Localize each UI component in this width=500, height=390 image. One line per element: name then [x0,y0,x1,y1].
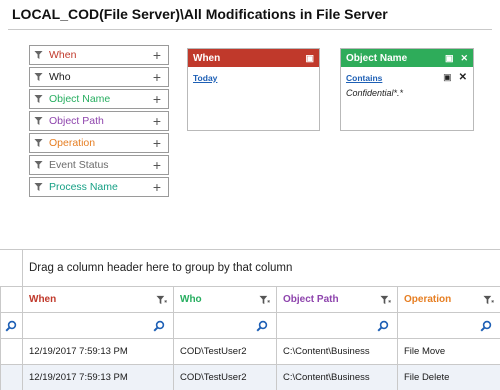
field-item-who[interactable]: Who + [29,67,169,87]
plus-icon[interactable]: + [150,136,164,150]
plus-icon[interactable]: + [150,158,164,172]
plus-icon[interactable]: + [150,70,164,84]
group-by-hint: Drag a column header here to group by th… [29,262,293,274]
condition-tools: ▣ ✕ [443,72,467,83]
funnel-icon [34,138,43,148]
column-header-when[interactable]: When [22,287,173,312]
field-item-operation[interactable]: Operation + [29,133,169,153]
column-header-label: Object Path [283,294,339,305]
page-title: LOCAL_COD(File Server)\All Modifications… [12,6,388,22]
search-icon[interactable] [256,320,268,332]
group-by-panel[interactable]: Drag a column header here to group by th… [0,249,500,286]
cell-object-path: C:\Content\Business [276,339,397,364]
when-filter-card: When ▣ Today [187,48,320,131]
field-item-when[interactable]: When + [29,45,169,65]
field-item-event-status[interactable]: Event Status + [29,155,169,175]
object-name-value: Confidential*.* [346,88,404,98]
funnel-icon [34,50,43,60]
field-label: Operation [49,137,96,149]
card-body: Today [188,67,319,89]
row-indicator-header [0,287,22,312]
object-name-filter-card: Object Name ▣ ✕ Contains ▣ ✕ Confidentia… [340,48,474,131]
column-header-label: Operation [404,294,452,305]
plus-icon[interactable]: + [150,114,164,128]
filter-cell-object-path[interactable] [276,313,397,338]
column-header-label: When [29,294,57,305]
field-label: Process Name [49,181,118,193]
row-indicator [0,339,22,364]
window-icon[interactable]: ▣ [305,53,314,63]
card-header: When ▣ [188,49,319,67]
column-header-object-path[interactable]: Object Path [276,287,397,312]
search-icon[interactable] [153,320,165,332]
grid-header-row: When Who Object Path Operation [0,286,500,312]
cell-who: COD\TestUser2 [173,365,276,390]
search-icon[interactable] [480,320,492,332]
cell-object-path: C:\Content\Business [276,365,397,390]
filter-icon[interactable] [259,295,270,306]
filter-cell-who[interactable] [173,313,276,338]
funnel-icon [34,182,43,192]
close-icon[interactable]: ✕ [459,72,467,83]
card-header: Object Name ▣ ✕ [341,49,473,67]
funnel-icon [34,94,43,104]
divider [22,250,23,286]
row-indicator [0,365,22,390]
filter-cell-operation[interactable] [397,313,500,338]
plus-icon[interactable]: + [150,48,164,62]
field-list: When + Who + Object Name + Object Path +… [29,45,169,199]
card-title: When [193,52,221,64]
cell-operation: File Move [397,339,500,364]
funnel-icon [34,160,43,170]
table-row[interactable]: 12/19/2017 7:59:13 PM COD\TestUser2 C:\C… [0,338,500,364]
cell-operation: File Delete [397,365,500,390]
cell-when: 12/19/2017 7:59:13 PM [22,339,173,364]
filter-cell-when[interactable] [22,313,173,338]
funnel-icon [34,116,43,126]
plus-icon[interactable]: + [150,180,164,194]
events-grid: When Who Object Path Operation 12/19/201… [0,286,500,390]
card-body: Contains ▣ ✕ Confidential*.* [341,67,473,104]
search-icon[interactable] [377,320,389,332]
field-label: When [49,49,77,61]
title-divider [8,29,492,30]
column-header-operation[interactable]: Operation [397,287,500,312]
field-label: Object Path [49,115,104,127]
field-item-object-name[interactable]: Object Name + [29,89,169,109]
cell-who: COD\TestUser2 [173,339,276,364]
when-condition-link[interactable]: Today [193,73,217,83]
funnel-icon [34,72,43,82]
window-icon[interactable]: ▣ [443,72,452,83]
filter-row-indicator [0,313,22,338]
field-item-object-path[interactable]: Object Path + [29,111,169,131]
close-icon[interactable]: ✕ [460,53,468,63]
field-label: Event Status [49,159,109,171]
field-label: Who [49,71,71,83]
search-icon [5,320,17,332]
filter-icon[interactable] [156,295,167,306]
table-row[interactable]: 12/19/2017 7:59:13 PM COD\TestUser2 C:\C… [0,364,500,390]
field-item-process-name[interactable]: Process Name + [29,177,169,197]
filter-icon[interactable] [483,295,494,306]
window-icon[interactable]: ▣ [445,53,454,63]
grid-filter-row [0,312,500,338]
object-name-condition-link[interactable]: Contains [346,73,382,83]
filter-icon[interactable] [380,295,391,306]
column-header-label: Who [180,294,202,305]
card-title: Object Name [346,52,408,64]
column-header-who[interactable]: Who [173,287,276,312]
cell-when: 12/19/2017 7:59:13 PM [22,365,173,390]
plus-icon[interactable]: + [150,92,164,106]
field-label: Object Name [49,93,111,105]
